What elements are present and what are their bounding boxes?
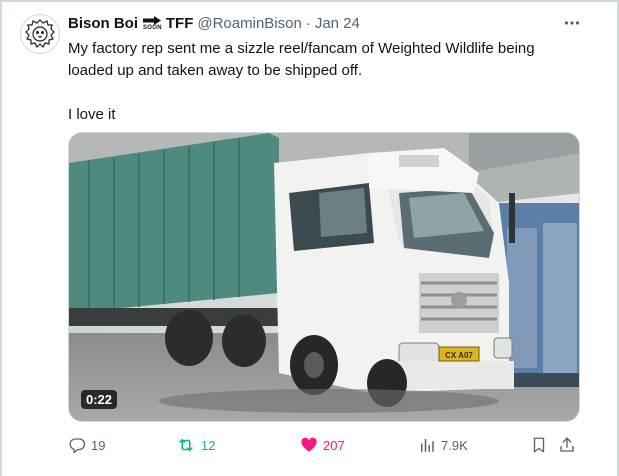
arrow-right-icon — [143, 15, 162, 25]
badge-text: SOON — [143, 24, 162, 31]
author-name[interactable]: Bison Boi — [68, 14, 138, 34]
license-plate-text: CX A07 — [445, 351, 473, 360]
retweet-count: 12 — [201, 437, 216, 453]
retweet-icon — [179, 439, 193, 451]
video-duration: 0:22 — [81, 390, 118, 409]
video-thumbnail: CX A07 — [69, 133, 579, 421]
reply-button[interactable]: 19 — [68, 432, 105, 458]
like-button[interactable]: 207 — [300, 432, 345, 458]
coming-soon-badge: SOON — [143, 15, 162, 31]
frame-border-left — [0, 0, 2, 476]
more-dots-icon — [564, 21, 580, 25]
views-button[interactable]: 7.9K — [418, 432, 468, 458]
reply-icon — [69, 438, 86, 454]
tweet-text: My factory rep sent me a sizzle reel/fan… — [68, 40, 535, 123]
video-player[interactable]: CX A07 0:22 — [68, 132, 580, 422]
view-count: 7.9K — [441, 437, 468, 453]
share-icon — [560, 437, 574, 452]
heart-icon — [301, 437, 317, 452]
lion-face-icon — [25, 19, 55, 49]
bookmark-icon — [533, 437, 545, 453]
frame-border-top — [0, 0, 619, 2]
like-count: 207 — [323, 437, 345, 453]
tweet-date[interactable]: Jan 24 — [315, 14, 360, 34]
tweet-header: Bison Boi SOON TFF @RoaminBison · Jan 24 — [68, 14, 360, 34]
retweet-button[interactable]: 12 — [176, 432, 215, 458]
tweet-actions: 19 12 207 7.9K — [68, 432, 588, 458]
reply-count: 19 — [91, 437, 106, 453]
bookmark-button[interactable] — [530, 432, 548, 458]
share-button[interactable] — [558, 432, 576, 458]
header-separator: · — [305, 15, 311, 32]
author-handle[interactable]: @RoaminBison — [197, 14, 301, 34]
avatar[interactable] — [20, 14, 60, 54]
views-chart-icon — [421, 439, 434, 452]
badge-suffix: TFF — [165, 15, 194, 32]
more-options-button[interactable] — [561, 12, 583, 34]
